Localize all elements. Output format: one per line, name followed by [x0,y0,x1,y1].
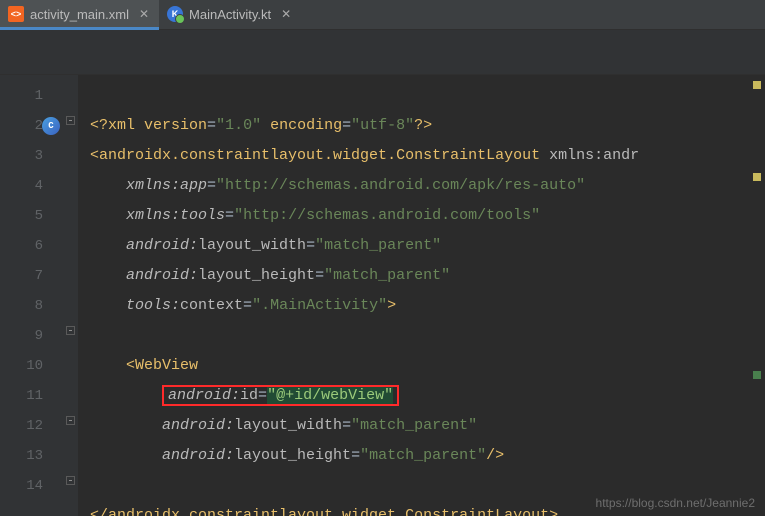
line-number: 4 [6,171,43,201]
editor-toolbar-strip [0,30,765,75]
code-line: android:layout_width="match_parent" [90,417,477,434]
close-icon[interactable]: ✕ [135,7,149,21]
tab-activity-main-xml[interactable]: activity_main.xml ✕ [0,0,159,29]
line-number: 7 [6,261,43,291]
tab-bar: activity_main.xml ✕ MainActivity.kt ✕ [0,0,765,30]
code-line: <androidx.constraintlayout.widget.Constr… [90,147,639,164]
warning-stripe[interactable] [753,81,761,89]
ok-stripe[interactable] [753,371,761,379]
warning-stripe[interactable] [753,173,761,181]
class-icon[interactable]: C [42,117,60,135]
code-line: tools:context=".MainActivity"> [90,297,396,314]
code-line: xmlns:tools="http://schemas.android.com/… [90,207,540,224]
fold-toggle-icon[interactable] [66,116,75,125]
line-number: 11 [6,381,43,411]
line-number: 2 [6,111,43,141]
line-number: 5 [6,201,43,231]
code-line: android:layout_width="match_parent" [90,237,441,254]
line-number: 14 [6,471,43,501]
fold-toggle-icon[interactable] [66,326,75,335]
close-icon[interactable]: ✕ [277,7,291,21]
line-number: 1 [6,81,43,111]
code-line: android:id="@+id/webView" [90,385,399,406]
code-line: <WebView [90,357,198,374]
tab-label: MainActivity.kt [189,7,271,22]
code-line: xmlns:app="http://schemas.android.com/ap… [90,177,585,194]
tab-label: activity_main.xml [30,7,129,22]
xml-file-icon [8,6,24,22]
code-line: <?xml version="1.0" encoding="utf-8"?> [90,117,432,134]
highlight-box: android:id="@+id/webView" [162,385,399,406]
line-number: 12 [6,411,43,441]
line-number: 6 [6,231,43,261]
line-number: 10 [6,351,43,381]
line-number: 8 [6,291,43,321]
fold-toggle-icon[interactable] [66,476,75,485]
fold-toggle-icon[interactable] [66,416,75,425]
code-editor[interactable]: 1 2 3 4 5 6 7 8 9 10 11 12 13 14 C <?xml… [0,75,765,516]
line-number: 3 [6,141,43,171]
code-line: android:layout_height="match_parent" [90,267,450,284]
code-line: </androidx.constraintlayout.widget.Const… [90,507,558,516]
line-number-gutter: 1 2 3 4 5 6 7 8 9 10 11 12 13 14 C [0,75,78,516]
line-number: 13 [6,441,43,471]
code-area[interactable]: <?xml version="1.0" encoding="utf-8"?> <… [78,75,765,516]
line-number: 9 [6,321,43,351]
code-line: android:layout_height="match_parent"/> [90,447,504,464]
tab-main-activity-kt[interactable]: MainActivity.kt ✕ [159,0,301,29]
kotlin-file-icon [167,6,183,22]
